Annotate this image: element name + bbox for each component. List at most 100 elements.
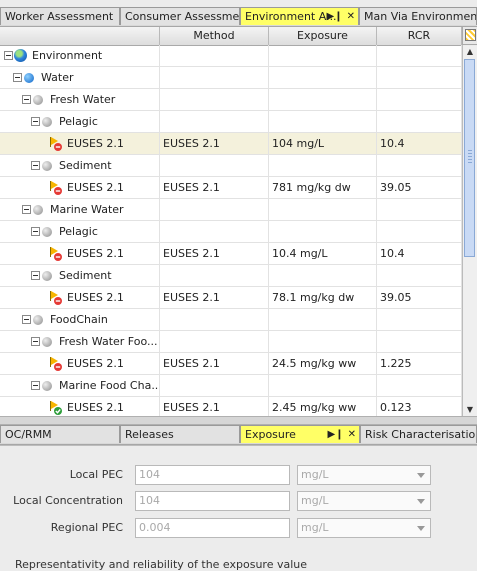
method-cell (160, 221, 269, 243)
tab-risk-characterisation[interactable]: Risk Characterisation (360, 425, 477, 443)
row-label: Sediment (59, 269, 112, 282)
local-concentration-input[interactable]: 104 (135, 491, 290, 511)
chevron-down-icon (417, 473, 425, 478)
regional-pec-unit-select[interactable]: mg/L (297, 518, 431, 538)
tree-group-row[interactable]: Marine Food Cha... (0, 375, 462, 397)
name-cell: Fresh Water Foo... (0, 331, 160, 353)
collapse-toggle-icon[interactable] (31, 337, 40, 346)
collapse-toggle-icon[interactable] (31, 381, 40, 390)
local-pec-input[interactable]: 104 (135, 465, 290, 485)
panel-splitter[interactable] (0, 416, 477, 425)
table-header: Method Exposure RCR (0, 27, 462, 46)
close-tab-icon[interactable]: ✕ (348, 429, 356, 440)
local-concentration-label: Local Concentration (13, 494, 123, 507)
exposure-cell (269, 67, 377, 89)
vertical-scrollbar[interactable]: ▲ ▼ (462, 46, 477, 416)
tree-group-row[interactable]: Environment (0, 45, 462, 67)
column-header-method[interactable]: Method (160, 27, 269, 45)
grey-dot-icon (42, 227, 52, 237)
tree-group-row[interactable]: Water (0, 67, 462, 89)
tab-worker-assessment[interactable]: Worker Assessment (0, 7, 120, 25)
tree-group-row[interactable]: Pelagic (0, 221, 462, 243)
table-row[interactable]: EUSES 2.1 EUSES 2.1 781 mg/kg dw 39.05 (0, 177, 462, 199)
tab-consumer-assessment[interactable]: Consumer Assessment (120, 7, 240, 25)
row-label: EUSES 2.1 (67, 291, 124, 304)
tree-group-row[interactable]: Marine Water (0, 199, 462, 221)
grey-dot-icon (42, 161, 52, 171)
rcr-cell (377, 111, 462, 133)
regional-pec-row: Regional PEC 0.004 mg/L (0, 518, 477, 540)
column-header-exposure[interactable]: Exposure (269, 27, 377, 45)
table-row[interactable]: EUSES 2.1 EUSES 2.1 10.4 mg/L 10.4 (0, 243, 462, 265)
tree-group-row[interactable]: Sediment (0, 155, 462, 177)
local-concentration-unit-select[interactable]: mg/L (297, 491, 431, 511)
collapse-toggle-icon[interactable] (31, 117, 40, 126)
row-label: Fresh Water (50, 93, 116, 106)
tree-group-row[interactable]: FoodChain (0, 309, 462, 331)
exposure-cell (269, 155, 377, 177)
rcr-cell (377, 331, 462, 353)
tree-group-row[interactable]: Pelagic (0, 111, 462, 133)
name-cell: Pelagic (0, 111, 160, 133)
table-row[interactable]: EUSES 2.1 EUSES 2.1 104 mg/L 10.4 (0, 133, 462, 155)
table-row[interactable]: EUSES 2.1 EUSES 2.1 2.45 mg/kg ww 0.123 (0, 397, 462, 416)
regional-pec-input[interactable]: 0.004 (135, 518, 290, 538)
rcr-cell (377, 265, 462, 287)
collapse-toggle-icon[interactable] (31, 227, 40, 236)
exposure-cell: 10.4 mg/L (269, 243, 377, 265)
chevron-down-icon (417, 499, 425, 504)
close-tab-icon[interactable]: ✕ (347, 11, 355, 22)
method-cell: EUSES 2.1 (160, 353, 269, 375)
rcr-cell (377, 375, 462, 397)
tree-group-row[interactable]: Sediment (0, 265, 462, 287)
scrollbar-thumb[interactable] (464, 59, 475, 257)
scroll-up-icon[interactable]: ▲ (463, 46, 477, 58)
scroll-down-icon[interactable]: ▼ (463, 404, 477, 416)
table-row[interactable]: EUSES 2.1 EUSES 2.1 24.5 mg/kg ww 1.225 (0, 353, 462, 375)
rcr-cell (377, 89, 462, 111)
exposure-cell: 781 mg/kg dw (269, 177, 377, 199)
collapse-toggle-icon[interactable] (31, 271, 40, 280)
tab-exposure[interactable]: Exposure ▶❙ ✕ (240, 425, 360, 443)
tab-oc-rmm[interactable]: OC/RMM (0, 425, 120, 443)
name-cell: EUSES 2.1 (0, 353, 160, 375)
collapse-toggle-icon[interactable] (22, 95, 31, 104)
collapse-toggle-icon[interactable] (22, 205, 31, 214)
table-row[interactable]: EUSES 2.1 EUSES 2.1 78.1 mg/kg dw 39.05 (0, 287, 462, 309)
method-cell (160, 111, 269, 133)
rcr-cell: 1.225 (377, 353, 462, 375)
tab-menu-icon[interactable]: ▶❙ (327, 11, 343, 22)
fail-flag-icon (50, 291, 62, 305)
column-header-rcr[interactable]: RCR (377, 27, 462, 45)
rcr-cell (377, 45, 462, 67)
method-cell (160, 265, 269, 287)
collapse-toggle-icon[interactable] (4, 51, 13, 60)
exposure-cell (269, 111, 377, 133)
rcr-cell: 0.123 (377, 397, 462, 416)
tree-group-row[interactable]: Fresh Water Foo... (0, 331, 462, 353)
rcr-cell: 10.4 (377, 133, 462, 155)
local-pec-unit-select[interactable]: mg/L (297, 465, 431, 485)
row-label: EUSES 2.1 (67, 137, 124, 150)
tree-group-row[interactable]: Fresh Water (0, 89, 462, 111)
name-cell: Water (0, 67, 160, 89)
rcr-cell (377, 221, 462, 243)
row-label: EUSES 2.1 (67, 357, 124, 370)
local-pec-row: Local PEC 104 mg/L (0, 465, 477, 487)
pass-flag-icon (50, 401, 62, 415)
tab-environment-assessment[interactable]: Environment A... ▶❙ ✕ (240, 7, 359, 25)
tab-man-via-environment[interactable]: Man Via Environment... (359, 7, 477, 25)
name-cell: EUSES 2.1 (0, 133, 160, 155)
collapse-toggle-icon[interactable] (22, 315, 31, 324)
column-chooser-icon[interactable] (462, 27, 477, 45)
row-label: Environment (32, 49, 103, 62)
row-label: EUSES 2.1 (67, 401, 124, 414)
collapse-toggle-icon[interactable] (31, 161, 40, 170)
tab-releases[interactable]: Releases (120, 425, 240, 443)
grey-dot-icon (42, 117, 52, 127)
collapse-toggle-icon[interactable] (13, 73, 22, 82)
row-label: Pelagic (59, 115, 98, 128)
column-header-name[interactable] (0, 27, 160, 45)
tab-menu-icon[interactable]: ▶❙ (328, 429, 344, 440)
name-cell: Sediment (0, 155, 160, 177)
